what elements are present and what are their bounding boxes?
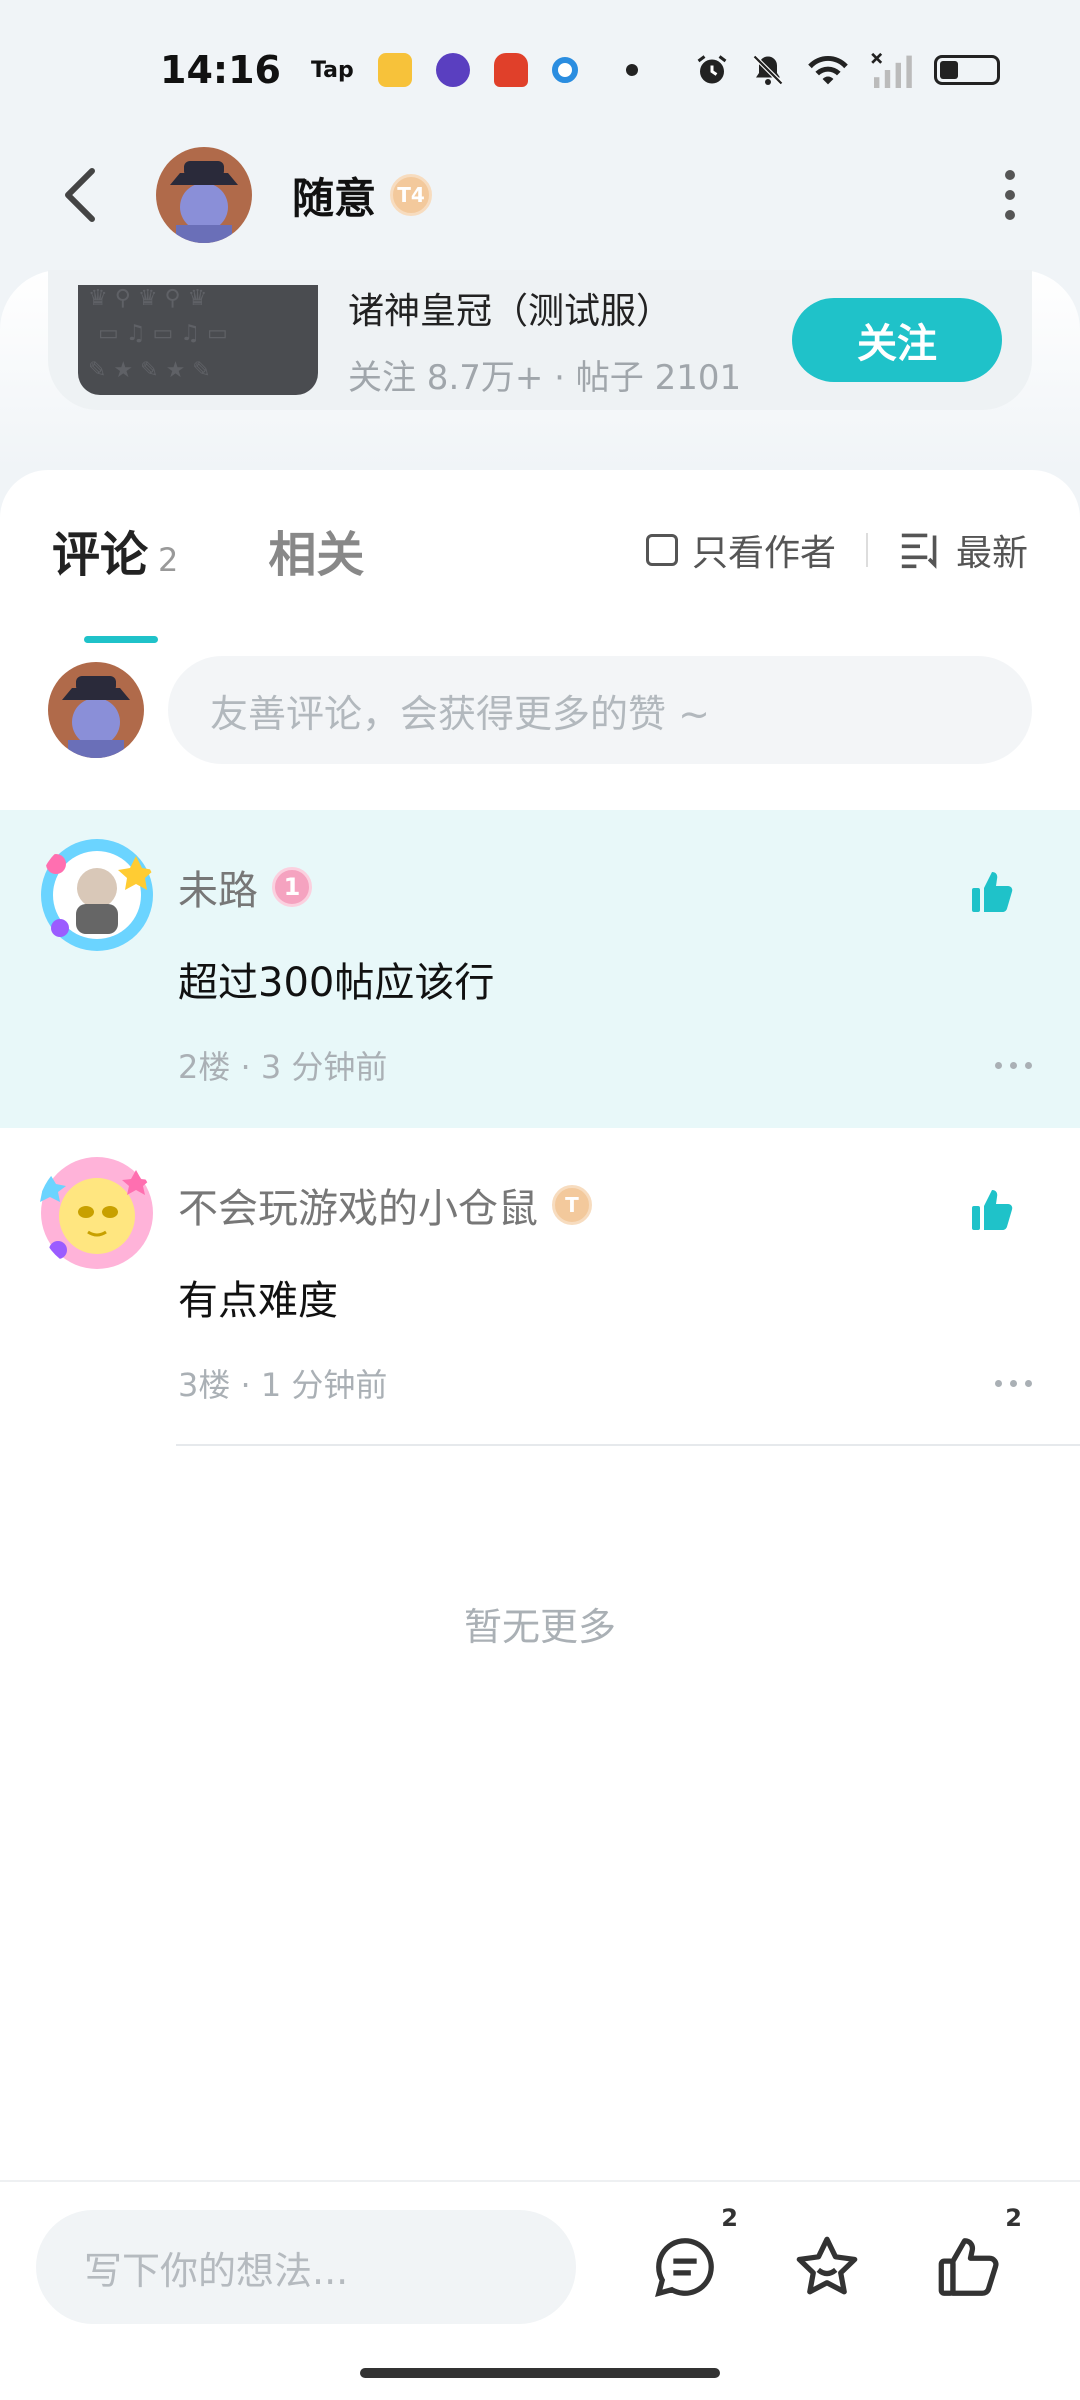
comment-bubble-icon [655,2238,714,2297]
svg-text:♛ ⚲ ♛ ⚲ ♛: ♛ ⚲ ♛ ⚲ ♛ [88,286,207,311]
tab-comments-count: 2 [158,541,179,579]
comment-input[interactable]: 友善评论，会获得更多的赞 ~ [168,656,1032,764]
follow-button[interactable]: 关注 [792,298,1002,382]
comment-count: 2 [721,2204,738,2232]
more-options-button[interactable] [980,155,1040,235]
comment-text: 有点难度 [178,1278,338,1324]
comment-input-row: 友善评论，会获得更多的赞 ~ [0,630,1080,790]
author-avatar[interactable] [156,147,252,243]
author-name[interactable]: 随意 [292,165,376,226]
signal-icon [871,52,912,88]
status-bar: 14:16 Tap [0,0,1080,140]
write-comment-input[interactable]: 写下你的想法... [36,2210,576,2324]
comment-more-button[interactable] [995,1061,1032,1069]
chevron-left-icon [65,168,95,222]
tab-comments[interactable]: 评论 2 [52,515,179,643]
alarm-icon [697,55,727,84]
checkbox-icon [645,534,678,566]
author-only-toggle[interactable]: 只看作者 [645,524,836,576]
game-thumbnail: ♛ ⚲ ♛ ⚲ ♛ ▭ ♫ ▭ ♫ ▭ ✎ ★ ✎ ★ ✎ [78,285,318,395]
active-tab-indicator [84,636,158,643]
thumbs-up-outline-icon [938,2238,999,2296]
thumbs-up-icon[interactable] [968,868,1016,920]
favorite-button[interactable] [782,2222,872,2312]
like-count: 2 [1005,2204,1022,2232]
status-app-icons: Tap [311,53,638,87]
level-badge-icon: T4 [390,174,433,216]
game-card-container: ♛ ⚲ ♛ ⚲ ♛ ▭ ♫ ▭ ♫ ▭ ✎ ★ ✎ ★ ✎ 诸神皇冠（测试服） 关注… [0,270,1080,470]
comment-button[interactable]: 2 [640,2204,738,2312]
my-avatar [48,662,144,758]
comment-meta: 3楼 · 1 分钟前 [178,1366,388,1404]
user-badge-icon: 1 [272,867,312,907]
home-indicator[interactable] [360,2368,720,2378]
mute-bell-icon [752,54,784,86]
sort-toggle[interactable]: 最新 [898,524,1028,576]
tap-app-icon: Tap [310,57,354,83]
circle-app-icon [435,53,470,87]
commenter-name[interactable]: 未路 [178,858,258,916]
comment-meta: 2楼 · 3 分钟前 [178,1048,388,1086]
comment-text: 超过300帖应该行 [178,960,495,1006]
game-card[interactable]: ♛ ⚲ ♛ ⚲ ♛ ▭ ♫ ▭ ♫ ▭ ✎ ★ ✎ ★ ✎ 诸神皇冠（测试服） 关注… [48,270,1032,410]
svg-text:▭ ♫ ▭ ♫ ▭: ▭ ♫ ▭ ♫ ▭ [98,321,228,346]
level-badge-text: T4 [397,183,425,207]
commenter-avatar[interactable] [38,1154,156,1272]
comments-panel: 评论 2 相关 只看作者 最新 友善评论，会获得更多的赞 ~ 未路 1 超过30… [0,470,1080,2180]
battery-icon [934,55,1000,85]
comment-item[interactable]: 未路 1 超过300帖应该行 2楼 · 3 分钟前 [0,810,1080,1128]
robot-app-icon [493,53,528,87]
author-only-label: 只看作者 [691,533,836,574]
thumbs-up-icon[interactable] [968,1186,1016,1238]
back-button[interactable] [40,155,120,235]
tab-related[interactable]: 相关 [268,515,364,585]
star-icon [796,2236,858,2295]
commenter-avatar[interactable] [38,836,156,954]
blue-dot-app-icon [551,57,578,83]
svg-text:✎ ★ ✎ ★ ✎: ✎ ★ ✎ ★ ✎ [88,358,211,383]
divider [865,533,868,567]
comment-more-button[interactable] [995,1379,1032,1387]
comment-item[interactable]: 不会玩游戏的小仓鼠 T 有点难度 3楼 · 1 分钟前 [0,1128,1080,1446]
sort-icon [901,533,937,569]
bottom-bar: 写下你的想法... 2 2 [0,2180,1080,2400]
no-more-text: 暂无更多 [463,1605,616,1649]
status-time: 14:16 [160,48,281,92]
book-app-icon [377,53,412,87]
like-button[interactable]: 2 [924,2204,1022,2312]
comment-tabs: 评论 2 相关 只看作者 最新 [0,470,1080,643]
wifi-icon [808,55,848,85]
comment-divider [176,1444,1080,1446]
commenter-name[interactable]: 不会玩游戏的小仓鼠 [178,1176,538,1234]
level-badge-icon: T [552,1185,592,1225]
notification-dot-icon [625,64,638,76]
tab-comments-label: 评论 [52,527,149,583]
sort-label: 最新 [955,533,1028,574]
top-nav-bar: 随意 T4 [0,140,1080,250]
game-stats: 关注 8.7万+ · 帖子 2101 [348,357,742,398]
game-name: 诸神皇冠（测试服） [348,290,673,332]
